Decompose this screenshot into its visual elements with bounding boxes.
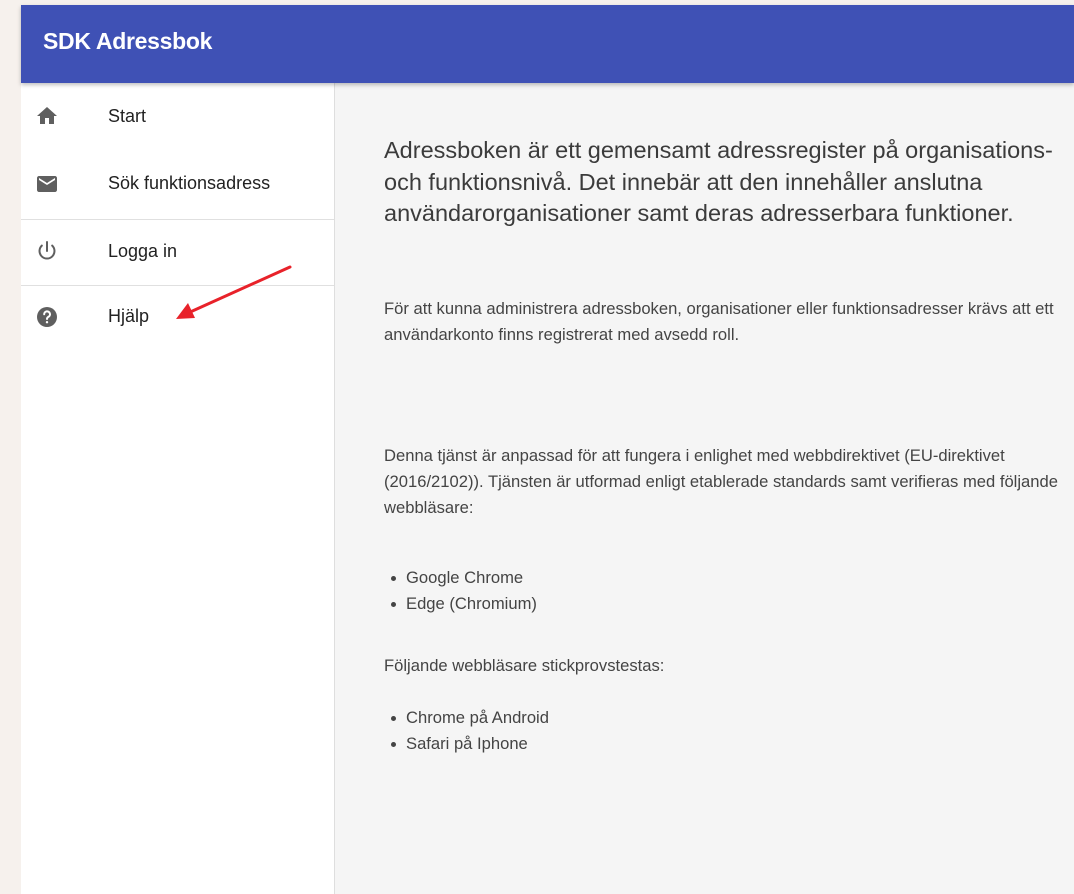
sidebar-item-help[interactable]: Hjälp [21,297,334,341]
app-title: SDK Adressbok [43,28,213,54]
sidebar-item-label: Logga in [108,241,178,261]
admin-note: För att kunna administrera adressboken, … [384,299,1054,344]
intro-heading: Adressboken är ett gemensamt adressregis… [384,137,1053,226]
sidebar-item-login[interactable]: Logga in [21,232,334,276]
list-item: Safari på Iphone [384,731,549,757]
list-item: Google Chrome [384,565,537,591]
main-content: Adressboken är ett gemensamt adressregis… [335,83,1074,894]
list-item: Chrome på Android [384,705,549,731]
sidebar-divider [21,285,334,286]
power-icon [35,239,59,263]
list-item: Edge (Chromium) [384,591,537,617]
sidebar-divider [21,219,334,220]
sidebar-item-label: Sök funktionsadress [108,173,271,193]
compliance-note: Denna tjänst är anpassad för att fungera… [384,446,1058,517]
sidebar-item-start[interactable]: Start [21,97,334,141]
home-icon [35,104,59,128]
sidebar-item-label: Hjälp [108,306,150,326]
app-window: SDK Adressbok Start Sök funktionsadress … [21,5,1074,894]
spot-check-heading: Följande webbläsare stickprovstestas: [384,656,665,675]
sidebar-item-label: Start [108,106,147,126]
mail-icon [35,172,59,196]
sidebar-item-search-function-address[interactable]: Sök funktionsadress [21,164,334,208]
spot-check-browsers-list: Chrome på Android Safari på Iphone [384,705,549,757]
help-icon [35,305,59,329]
sidebar-nav: Start Sök funktionsadress Logga in Hjälp [21,83,335,894]
app-bar: SDK Adressbok [21,5,1074,83]
verified-browsers-list: Google Chrome Edge (Chromium) [384,565,537,617]
